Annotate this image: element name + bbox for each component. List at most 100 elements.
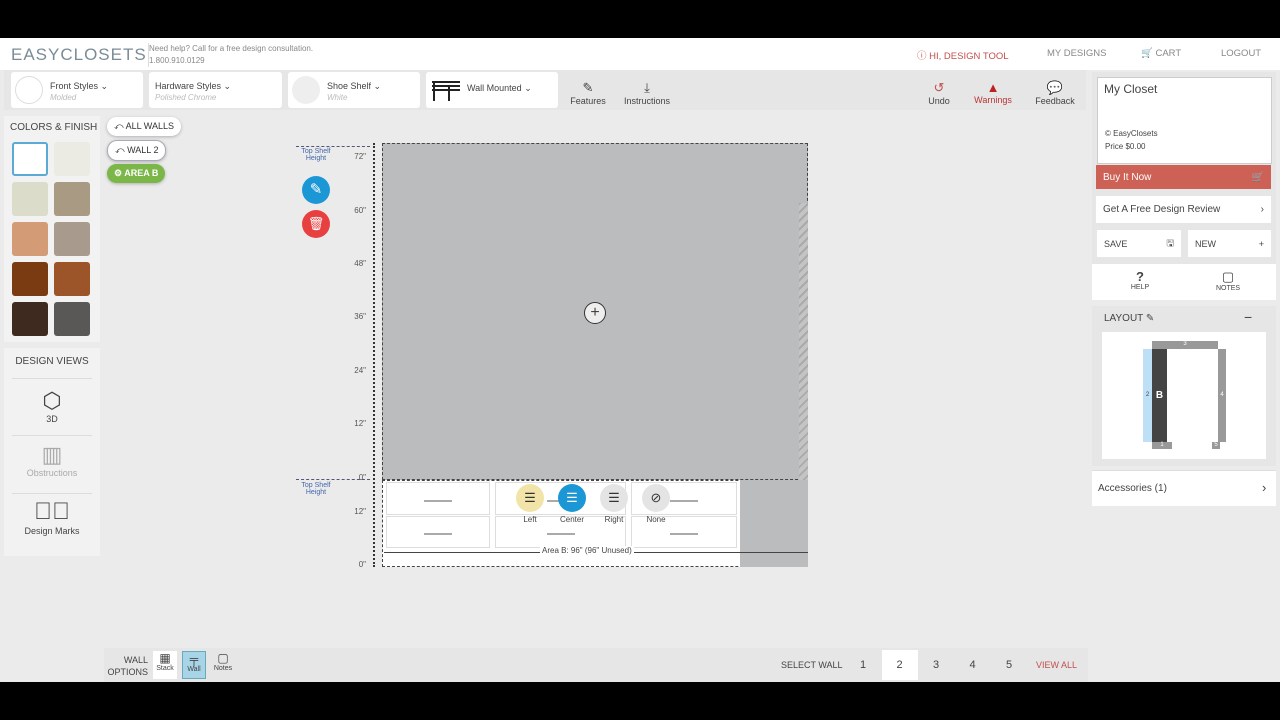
layout-area-b[interactable]: B [1152, 349, 1167, 442]
top-shelf-label-lower: Top Shelf Height [301, 482, 331, 496]
layout-wall-1[interactable]: 1 [1152, 442, 1172, 449]
layout-wall-4[interactable]: 4 [1218, 349, 1226, 442]
pencil-icon: ✎ [582, 80, 594, 95]
plus-icon: + [1258, 238, 1264, 249]
area-b-button[interactable]: ⚙ AREA B [107, 164, 166, 183]
color-swatch[interactable] [54, 222, 90, 256]
instructions-button[interactable]: ⤓ Instructions [620, 80, 674, 106]
color-swatch[interactable] [12, 142, 48, 176]
shoe-shelf-dropdown[interactable]: Shoe Shelf ⌄ White [288, 72, 420, 108]
color-swatch[interactable] [54, 182, 90, 216]
feedback-button[interactable]: 💬 Feedback [1032, 80, 1078, 106]
notes-panel-button[interactable]: ▢ NOTES [1213, 269, 1243, 292]
top-shelf-label: Top Shelf Height [301, 148, 331, 162]
help-notes-bar [1092, 264, 1276, 300]
add-icon[interactable]: + [584, 302, 606, 324]
wall-select-1[interactable]: 1 [845, 650, 881, 680]
align-label: Left [523, 515, 537, 524]
color-swatch[interactable] [54, 262, 90, 296]
layout-title: LAYOUT ✎ [1104, 313, 1155, 324]
wall-select-4[interactable]: 4 [955, 650, 991, 680]
wall-select-2[interactable]: 2 [881, 650, 918, 680]
notes-button[interactable]: ▢ Notes [211, 651, 235, 679]
color-swatch[interactable] [12, 302, 48, 336]
view-all-link[interactable]: VIEW ALL [1036, 660, 1077, 670]
top-shelf-line [296, 146, 370, 147]
drawer[interactable] [386, 482, 490, 515]
hardware-styles-dropdown[interactable]: Hardware Styles ⌄ Polished Chrome [149, 72, 282, 108]
wall-2-button[interactable]: ⤺ WALL 2 [107, 140, 167, 161]
accessories-label: Accessories (1) [1098, 483, 1167, 494]
align-none-button[interactable]: ⊘ [642, 484, 670, 512]
new-button[interactable]: NEW + [1188, 230, 1271, 257]
undo-label: Undo [928, 96, 950, 106]
save-button[interactable]: SAVE 🖫 [1097, 230, 1181, 257]
mount-dropdown[interactable]: Wall Mounted ⌄ [426, 72, 558, 108]
cart-icon: 🛒 [1141, 48, 1153, 59]
cart-link[interactable]: 🛒 CART [1141, 48, 1181, 59]
logo[interactable]: EASYCLOSETS [11, 45, 147, 65]
edit-icon[interactable]: ✎ [1146, 313, 1154, 324]
note-icon: ▢ [1221, 269, 1235, 284]
undo-button[interactable]: ↺ Undo [922, 80, 956, 106]
features-label: Features [570, 96, 606, 106]
pencil-icon: ✎ [309, 181, 323, 198]
layout-wall-5[interactable]: 5 [1212, 442, 1220, 449]
closet-card: My Closet © EasyClosets Price $0.00 [1097, 77, 1272, 164]
color-swatch[interactable] [12, 182, 48, 216]
shoe-shelf-value: White [327, 93, 348, 102]
design-views-panel: DESIGN VIEWS ⬡ 3D ▥ Obstructions ✓⃝ Design … [4, 348, 100, 556]
view-design-marks[interactable]: ✓⃝ Design Marks [12, 498, 92, 536]
logout-link[interactable]: LOGOUT [1221, 48, 1261, 59]
layout-wall-3[interactable]: 3 [1152, 341, 1218, 349]
all-walls-button[interactable]: ⤺ ALL WALLS [107, 117, 181, 136]
wall-select-3[interactable]: 3 [918, 650, 954, 680]
collapse-icon[interactable]: − [1244, 309, 1252, 325]
my-designs-link[interactable]: MY DESIGNS [1047, 48, 1106, 59]
layout-wall-2[interactable]: 2 [1143, 349, 1152, 442]
accessories-row[interactable]: Accessories (1) › [1092, 470, 1276, 506]
colors-title: COLORS & FINISH [10, 122, 98, 133]
view-3d[interactable]: ⬡ 3D [12, 388, 92, 424]
view-obstructions[interactable]: ▥ Obstructions [12, 442, 92, 478]
feedback-label: Feedback [1035, 96, 1075, 106]
help-button[interactable]: ? HELP [1125, 269, 1155, 291]
user-link[interactable]: ⓘ HI, DESIGN TOOL [917, 48, 1009, 62]
shoe-shelf-label: Shoe Shelf ⌄ [327, 81, 382, 91]
cart-icon: 🛒 [1251, 171, 1264, 183]
color-swatch[interactable] [12, 262, 48, 296]
ruler-tick-label: 48" [354, 259, 366, 268]
view-design-marks-label: Design Marks [24, 526, 80, 536]
color-swatch[interactable] [54, 302, 90, 336]
warning-icon: ▲ [986, 80, 1000, 95]
wall-select-5[interactable]: 5 [991, 650, 1027, 680]
warnings-button[interactable]: ▲ Warnings [970, 80, 1016, 105]
align-center-button[interactable]: ☰ [558, 484, 586, 512]
delete-button[interactable]: 🗑 [302, 210, 330, 238]
closet-name[interactable]: My Closet [1104, 82, 1157, 96]
front-styles-value: Molded [50, 93, 77, 102]
align-left-button[interactable]: ☰ [516, 484, 544, 512]
ruler-tick-label: 12" [354, 507, 366, 516]
front-style-swatch [15, 76, 43, 104]
unused-area [740, 480, 808, 567]
chevron-right-icon: › [1262, 480, 1267, 495]
features-button[interactable]: ✎ Features [566, 80, 610, 106]
user-label: HI, DESIGN TOOL [929, 51, 1009, 62]
warnings-label: Warnings [974, 95, 1012, 105]
front-styles-dropdown[interactable]: Front Styles ⌄ Molded [11, 72, 143, 108]
color-swatch[interactable] [12, 222, 48, 256]
edit-button[interactable]: ✎ [302, 176, 330, 204]
layout-diagram[interactable]: 3 2 B 4 1 5 [1102, 332, 1266, 459]
ruler-tick-label: 36" [354, 312, 366, 321]
design-review-button[interactable]: Get A Free Design Review › [1096, 196, 1271, 223]
stack-button[interactable]: ▦ Stack [153, 651, 177, 679]
buy-now-button[interactable]: Buy It Now 🛒 [1096, 165, 1271, 189]
phone[interactable]: 1.800.910.0129 [149, 55, 313, 67]
app: EASYCLOSETS Need help? Call for a free d… [0, 38, 1280, 682]
color-swatch[interactable] [54, 142, 90, 176]
note-icon: ▢ [217, 651, 229, 665]
wall-button[interactable]: ╤ Wall [182, 651, 206, 679]
align-right-button[interactable]: ☰ [600, 484, 628, 512]
drawer[interactable] [386, 516, 490, 548]
